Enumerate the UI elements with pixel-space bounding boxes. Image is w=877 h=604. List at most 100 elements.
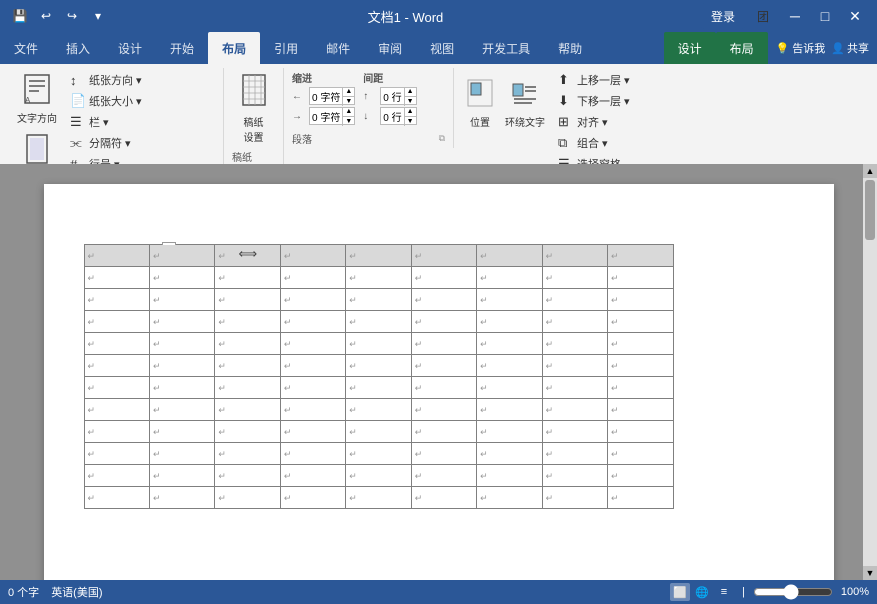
login-button[interactable]: 登录 (701, 3, 745, 29)
table-cell[interactable]: ↵ (215, 421, 280, 443)
table-cell[interactable]: ↵ (280, 377, 345, 399)
table-cell[interactable]: ↵ (477, 443, 542, 465)
table-cell[interactable]: ↵ (280, 465, 345, 487)
table-cell[interactable]: ↵ (411, 399, 476, 421)
table-cell[interactable]: ↵ (149, 355, 214, 377)
close-button[interactable]: ✕ (841, 2, 869, 30)
table-cell[interactable]: ↵ (477, 465, 542, 487)
table-cell[interactable]: ↵ (608, 487, 674, 509)
table-cell[interactable]: ↵ (215, 311, 280, 333)
table-cell[interactable]: ↵ (542, 289, 607, 311)
table-cell[interactable]: ↵ (84, 355, 149, 377)
table-cell[interactable]: ↵ (84, 421, 149, 443)
table-cell[interactable]: ↵ (608, 421, 674, 443)
table-cell[interactable]: ↵ (542, 311, 607, 333)
table-cell[interactable]: ↵ (608, 377, 674, 399)
breaks-button[interactable]: ⫘ 分隔符 ▾ (66, 133, 146, 153)
spacing-after-spinner[interactable]: ▲ ▼ (404, 107, 416, 126)
tab-view[interactable]: 视图 (416, 32, 468, 64)
indent-left-spinner[interactable]: ▲ ▼ (342, 87, 354, 106)
table-cell[interactable]: ↵ (346, 245, 411, 267)
position-button[interactable]: 位置 (462, 70, 498, 138)
table-cell[interactable]: ↵ (280, 399, 345, 421)
table-cell[interactable]: ↵ (477, 245, 542, 267)
bring-forward-button[interactable]: ⬆ 上移一层 ▾ (554, 70, 634, 90)
indent-right-up[interactable]: ▲ (343, 107, 354, 117)
table-cell[interactable]: ↵ (608, 399, 674, 421)
table-cell[interactable]: ↵ (215, 289, 280, 311)
tab-email[interactable]: 邮件 (312, 32, 364, 64)
zoom-slider[interactable] (753, 585, 833, 599)
table-cell[interactable]: ↵ (477, 289, 542, 311)
wrap-text-button[interactable]: 环绕文字 (500, 70, 550, 138)
language-indicator[interactable]: 英语(美国) (51, 584, 102, 600)
table-cell[interactable]: ↵ (149, 487, 214, 509)
table-cell[interactable]: ↵ (477, 267, 542, 289)
send-backward-button[interactable]: ⬇ 下移一层 ▾ (554, 91, 634, 111)
table-cell[interactable]: ↵ (411, 267, 476, 289)
indent-left-up[interactable]: ▲ (343, 87, 354, 97)
table-cell[interactable]: ↵ (346, 421, 411, 443)
vertical-scrollbar[interactable]: ▲ ▼ (863, 164, 877, 580)
table-cell[interactable]: ↵ (149, 465, 214, 487)
table-cell[interactable]: ↵ (149, 267, 214, 289)
table-cell[interactable]: ↵ (542, 487, 607, 509)
table-cell[interactable]: ↵ (84, 289, 149, 311)
tab-help[interactable]: 帮助 (544, 32, 596, 64)
table-cell[interactable]: ↵ (84, 443, 149, 465)
table-cell[interactable]: ↵ (608, 465, 674, 487)
table-cell[interactable]: ↵ (608, 311, 674, 333)
help-search-btn[interactable]: 💡 告诉我 (776, 40, 826, 56)
indent-right-down[interactable]: ▼ (343, 117, 354, 126)
table-cell[interactable]: ↵ (215, 465, 280, 487)
table-cell[interactable]: ↵ (149, 399, 214, 421)
table-cell[interactable]: ↵ (542, 245, 607, 267)
table-cell[interactable]: ↵ (542, 421, 607, 443)
table-cell[interactable]: ↵ (215, 267, 280, 289)
table-cell[interactable]: ↵ (411, 421, 476, 443)
table-cell[interactable]: ↵ (346, 355, 411, 377)
tab-contextual-layout[interactable]: 布局 (716, 32, 768, 64)
undo-quick-btn[interactable]: ↩ (34, 4, 58, 28)
table-cell[interactable]: ↵ (411, 333, 476, 355)
table-cell[interactable]: ↵ (608, 245, 674, 267)
tab-reference[interactable]: 引用 (260, 32, 312, 64)
save-quick-btn[interactable]: 💾 (8, 4, 32, 28)
table-cell[interactable]: ↵ (149, 421, 214, 443)
table-cell[interactable]: ↵ (542, 267, 607, 289)
table-cell[interactable]: ↵ (608, 267, 674, 289)
table-cell[interactable]: ↵ (149, 245, 214, 267)
tab-design[interactable]: 设计 (104, 32, 156, 64)
table-cell[interactable]: ↵ (215, 443, 280, 465)
table-cell[interactable]: ↵ (280, 421, 345, 443)
redo-quick-btn[interactable]: ↪ (60, 4, 84, 28)
text-direction-button[interactable]: A 文字方向 (12, 70, 62, 128)
column-resize-indicator[interactable]: ⟺ (239, 246, 258, 262)
table-cell[interactable]: ↵ (346, 443, 411, 465)
table-cell[interactable]: ↵ (280, 311, 345, 333)
table-cell[interactable]: ↵ (84, 267, 149, 289)
table-cell[interactable]: ↵ (84, 311, 149, 333)
table-cell[interactable]: ↵ (477, 333, 542, 355)
spacing-after-input[interactable]: 0 行 ▲ ▼ (380, 107, 416, 125)
table-cell[interactable]: ↵ (149, 289, 214, 311)
table-cell[interactable]: ↵ (608, 333, 674, 355)
table-cell[interactable]: ↵ (84, 333, 149, 355)
table-cell[interactable]: ↵ (215, 399, 280, 421)
tab-review[interactable]: 审阅 (364, 32, 416, 64)
draft-setup-button[interactable]: 稿纸设置 (235, 70, 273, 147)
web-layout-btn[interactable]: 🌐 (692, 583, 712, 601)
spacing-before-input[interactable]: 0 行 ▲ ▼ (380, 87, 416, 105)
spacing-before-spinner[interactable]: ▲ ▼ (404, 87, 416, 106)
table-cell[interactable]: ↵ (542, 377, 607, 399)
table-cell[interactable]: ↵ (411, 245, 476, 267)
table-cell[interactable]: ↵ (84, 465, 149, 487)
table-cell[interactable]: ↵ (280, 487, 345, 509)
table-cell[interactable]: ↵ (215, 333, 280, 355)
table-cell[interactable]: ↵ (346, 399, 411, 421)
table-cell[interactable]: ↵ (542, 399, 607, 421)
scroll-down-arrow[interactable]: ▼ (863, 566, 877, 580)
scroll-thumb[interactable] (865, 180, 875, 240)
table-cell[interactable]: ↵ (608, 289, 674, 311)
share-btn[interactable]: 👤 共享 (831, 40, 869, 56)
